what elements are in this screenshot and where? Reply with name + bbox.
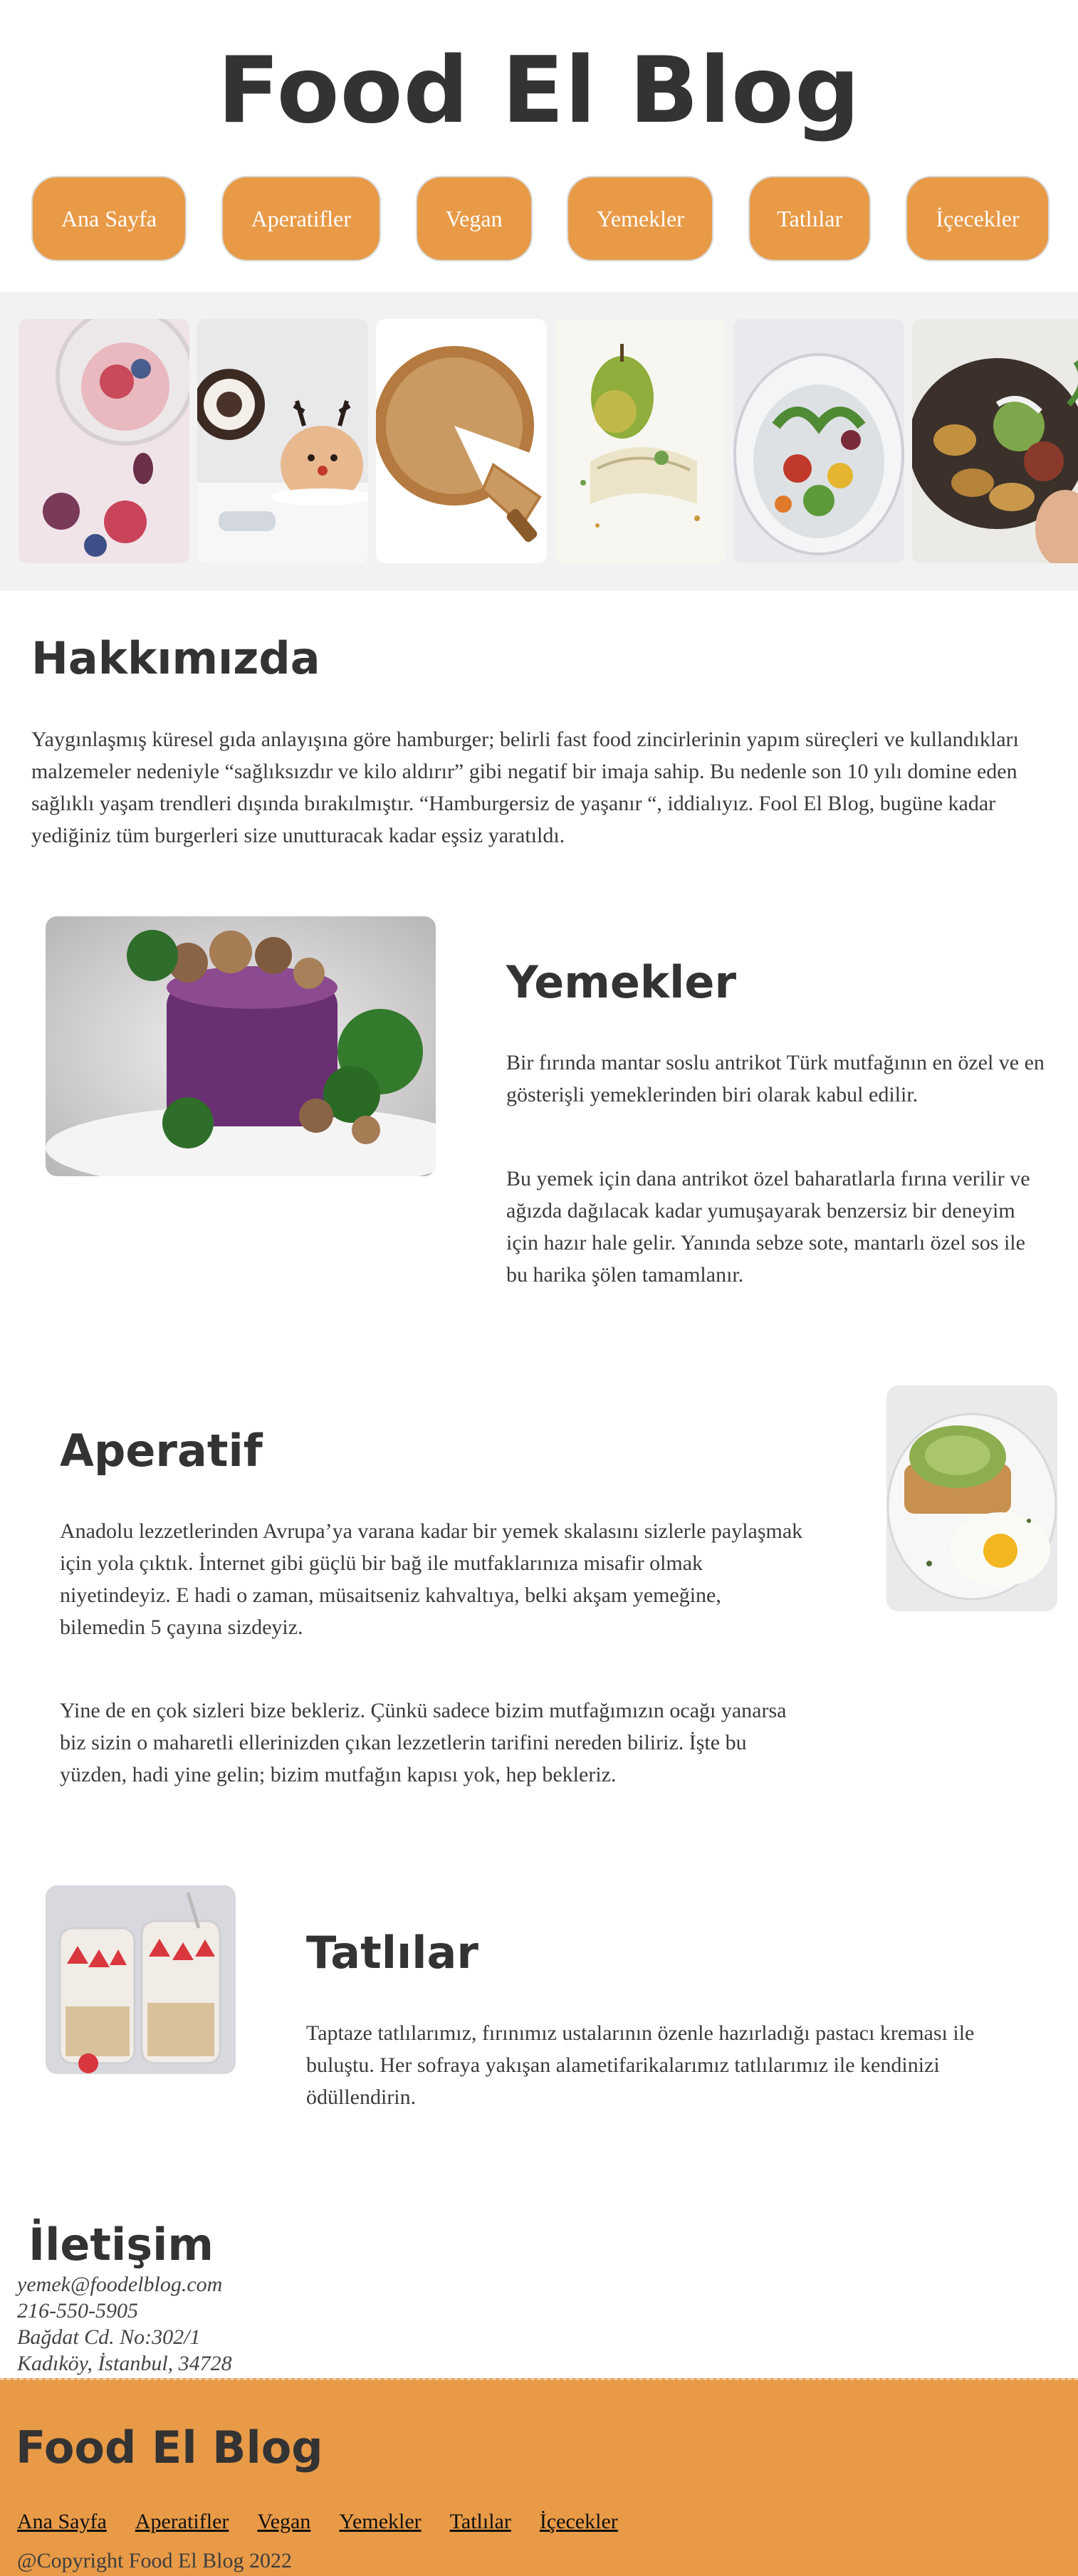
tatlilar-heading: Tatlılar (306, 1927, 478, 1979)
aperatif-heading: Aperatif (60, 1425, 263, 1477)
pear-dish-photo[interactable] (555, 319, 726, 563)
nav-vegan-button[interactable]: Vegan (415, 176, 533, 261)
about-heading: Hakkımızda (31, 632, 320, 684)
contact-phone[interactable]: 216-550-5905 (17, 2298, 232, 2324)
strawberry-parfait-photo (46, 1885, 236, 2074)
yemekler-paragraph-2: Bu yemek için dana antrikot özel baharat… (506, 1167, 1030, 1287)
avocado-toast-photo (886, 1386, 1057, 1611)
salad-bowl-photo[interactable] (733, 319, 904, 563)
aperatif-paragraph-2: Yine de en çok sizleri bize bekleriz. Çü… (60, 1699, 787, 1786)
nav-icecekler-button[interactable]: İçecekler (905, 176, 1050, 261)
contact-heading: İletişim (28, 2219, 214, 2271)
nav-tatlilar-button[interactable]: Tatlılar (748, 176, 872, 261)
contact-info: yemek@foodelblog.com 216-550-5905 Bağdat… (17, 2271, 232, 2377)
contact-address-line-1: Bağdat Cd. No:302/1 (17, 2325, 201, 2349)
nav-aperatifler-button[interactable]: Aperatifler (221, 176, 381, 261)
cake-roll-photo[interactable] (197, 319, 368, 563)
footer-link-vegan[interactable]: Vegan (257, 2510, 310, 2534)
footer: Food El Blog (0, 2378, 1078, 2576)
photo-gallery (0, 292, 1078, 591)
nav-ana-sayfa-button[interactable]: Ana Sayfa (31, 176, 187, 261)
footer-title: Food El Blog (16, 2421, 323, 2473)
potato-bowl-photo[interactable] (912, 319, 1078, 563)
main-nav: Ana Sayfa Aperatifler Vegan Yemekler Tat… (31, 176, 1050, 261)
about-text: Yaygınlaşmış küresel gıda anlayışına gör… (31, 728, 1019, 847)
copyright-text: @Copyright Food El Blog 2022 (17, 2549, 292, 2572)
site-title: Food El Blog (217, 38, 861, 144)
purple-potato-dish-photo (46, 916, 436, 1176)
nav-yemekler-button[interactable]: Yemekler (567, 176, 714, 261)
yemekler-paragraph-1: Bir fırında mantar soslu antrikot Türk m… (506, 1051, 1045, 1106)
yemekler-heading: Yemekler (506, 956, 737, 1008)
contact-email[interactable]: yemek@foodelblog.com (17, 2271, 232, 2298)
footer-nav: Ana Sayfa Aperatifler Vegan Yemekler Tat… (17, 2510, 618, 2534)
footer-link-ana-sayfa[interactable]: Ana Sayfa (17, 2510, 107, 2534)
tatlilar-paragraph-1: Taptaze tatlılarımız, fırınımız ustaları… (306, 2021, 975, 2109)
footer-link-tatlilar[interactable]: Tatlılar (450, 2510, 511, 2534)
fig-jar-photo[interactable] (19, 319, 189, 563)
contact-address-line-2: Kadıköy, İstanbul, 34728 (17, 2352, 232, 2375)
aperatif-paragraph-1: Anadolu lezzetlerinden Avrupa’ya varana … (60, 1519, 803, 1639)
footer-link-icecekler[interactable]: İçecekler (540, 2510, 618, 2534)
pie-photo[interactable] (376, 319, 547, 563)
footer-link-yemekler[interactable]: Yemekler (339, 2510, 421, 2534)
footer-link-aperatifler[interactable]: Aperatifler (135, 2510, 229, 2534)
